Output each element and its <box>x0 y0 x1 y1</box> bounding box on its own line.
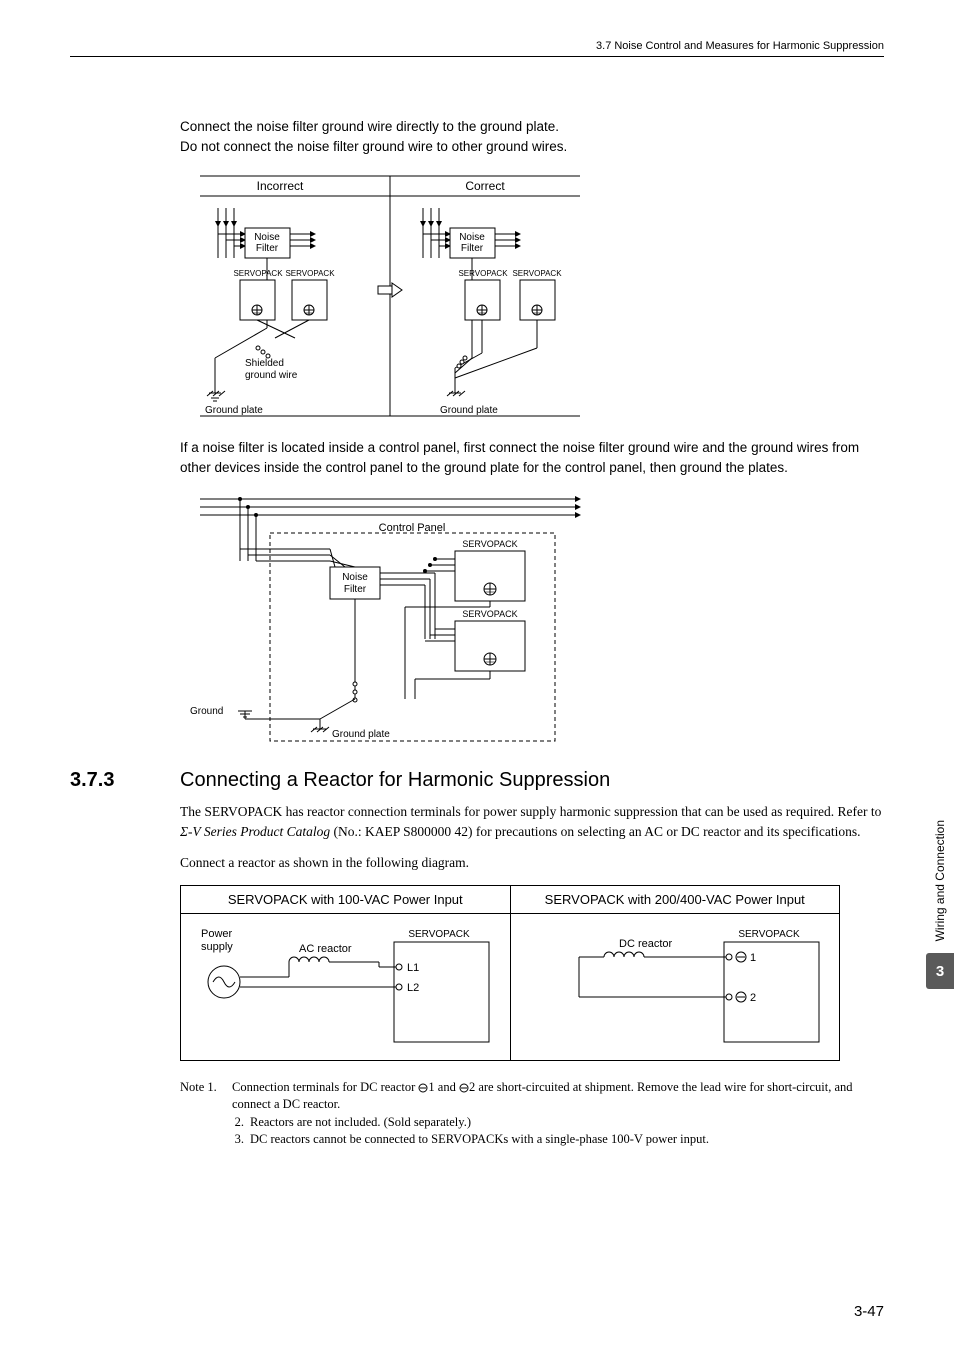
svg-text:Ground plate: Ground plate <box>440 405 498 416</box>
p1-line2: Do not connect the noise filter ground w… <box>180 139 567 154</box>
svg-text:Noise: Noise <box>459 232 485 243</box>
reactor-cell-left: Power supply AC reactor SERVOPACK L1 <box>181 914 511 1060</box>
p1-line1: Connect the noise filter ground wire dir… <box>180 119 559 134</box>
svg-text:SERVOPACK: SERVOPACK <box>408 929 470 940</box>
svg-text:Incorrect: Incorrect <box>257 179 304 193</box>
svg-text:Control Panel: Control Panel <box>379 522 446 534</box>
reactor-cell-right: DC reactor SERVOPACK 1 2 <box>511 914 840 1060</box>
side-tab: Wiring and Connection 3 <box>926 820 954 989</box>
diagram-control-panel: Control Panel Noise Filter SERVOPACK SER… <box>180 489 884 749</box>
svg-text:Shielded: Shielded <box>245 358 284 369</box>
svg-text:Noise: Noise <box>342 572 368 583</box>
paragraph-4: The SERVOPACK has reactor connection ter… <box>180 802 884 841</box>
reactor-head-right: SERVOPACK with 200/400-VAC Power Input <box>511 886 840 913</box>
p4-part-a: The SERVOPACK has reactor connection ter… <box>180 804 881 819</box>
p4-part-b: (No.: KAEP S800000 42) for precautions o… <box>330 824 860 839</box>
header-breadcrumb: 3.7 Noise Control and Measures for Harmo… <box>70 40 884 57</box>
svg-text:2: 2 <box>750 992 756 1004</box>
side-chapter-number: 3 <box>926 953 954 989</box>
paragraph-3: If a noise filter is located inside a co… <box>180 438 884 477</box>
p4-italic: Σ-V Series Product Catalog <box>180 824 330 839</box>
svg-text:Noise: Noise <box>254 232 280 243</box>
svg-text:Filter: Filter <box>461 243 484 254</box>
svg-text:SERVOPACK: SERVOPACK <box>512 269 562 278</box>
reactor-head-left: SERVOPACK with 100-VAC Power Input <box>181 886 511 913</box>
note-3: DC reactors cannot be connected to SERVO… <box>250 1131 884 1149</box>
svg-text:DC reactor: DC reactor <box>619 938 673 950</box>
svg-text:SERVOPACK: SERVOPACK <box>462 539 517 549</box>
section-heading: 3.7.3 Connecting a Reactor for Harmonic … <box>70 769 884 792</box>
svg-text:L2: L2 <box>407 982 419 994</box>
svg-text:Correct: Correct <box>465 179 505 193</box>
svg-text:Filter: Filter <box>256 243 279 254</box>
section-title: Connecting a Reactor for Harmonic Suppre… <box>180 769 610 792</box>
svg-text:SERVOPACK: SERVOPACK <box>285 269 335 278</box>
svg-text:L1: L1 <box>407 962 419 974</box>
svg-text:Filter: Filter <box>344 584 367 595</box>
svg-text:SERVOPACK: SERVOPACK <box>462 609 517 619</box>
svg-text:ground wire: ground wire <box>245 370 298 381</box>
note-lead: Note 1. <box>180 1079 232 1114</box>
svg-text:1: 1 <box>750 952 756 964</box>
svg-text:Ground plate: Ground plate <box>332 729 390 740</box>
side-chapter-label: Wiring and Connection <box>933 820 947 941</box>
paragraph-1: Connect the noise filter ground wire dir… <box>180 117 884 156</box>
svg-text:SERVOPACK: SERVOPACK <box>738 929 800 940</box>
svg-text:Ground: Ground <box>190 706 223 717</box>
svg-text:supply: supply <box>201 941 233 953</box>
svg-text:SERVOPACK: SERVOPACK <box>458 269 508 278</box>
note-num-2: 2. <box>232 1114 250 1132</box>
page-number: 3-47 <box>854 1303 884 1320</box>
section-number: 3.7.3 <box>70 769 180 792</box>
notes-block: Note 1. Connection terminals for DC reac… <box>180 1079 884 1149</box>
svg-text:AC reactor: AC reactor <box>299 943 352 955</box>
paragraph-5: Connect a reactor as shown in the follow… <box>180 853 884 873</box>
diagram-noise-filter-incorrect-correct: Incorrect Correct Noise Filter SERVOPACK… <box>180 168 884 418</box>
note-1: Connection terminals for DC reactor 1 an… <box>232 1079 884 1114</box>
reactor-diagram-table: SERVOPACK with 100-VAC Power Input SERVO… <box>180 885 840 1061</box>
svg-text:SERVOPACK: SERVOPACK <box>233 269 283 278</box>
note-num-3: 3. <box>232 1131 250 1149</box>
svg-text:Ground plate: Ground plate <box>205 405 263 416</box>
note-2: Reactors are not included. (Sold separat… <box>250 1114 884 1132</box>
svg-text:Power: Power <box>201 928 233 940</box>
